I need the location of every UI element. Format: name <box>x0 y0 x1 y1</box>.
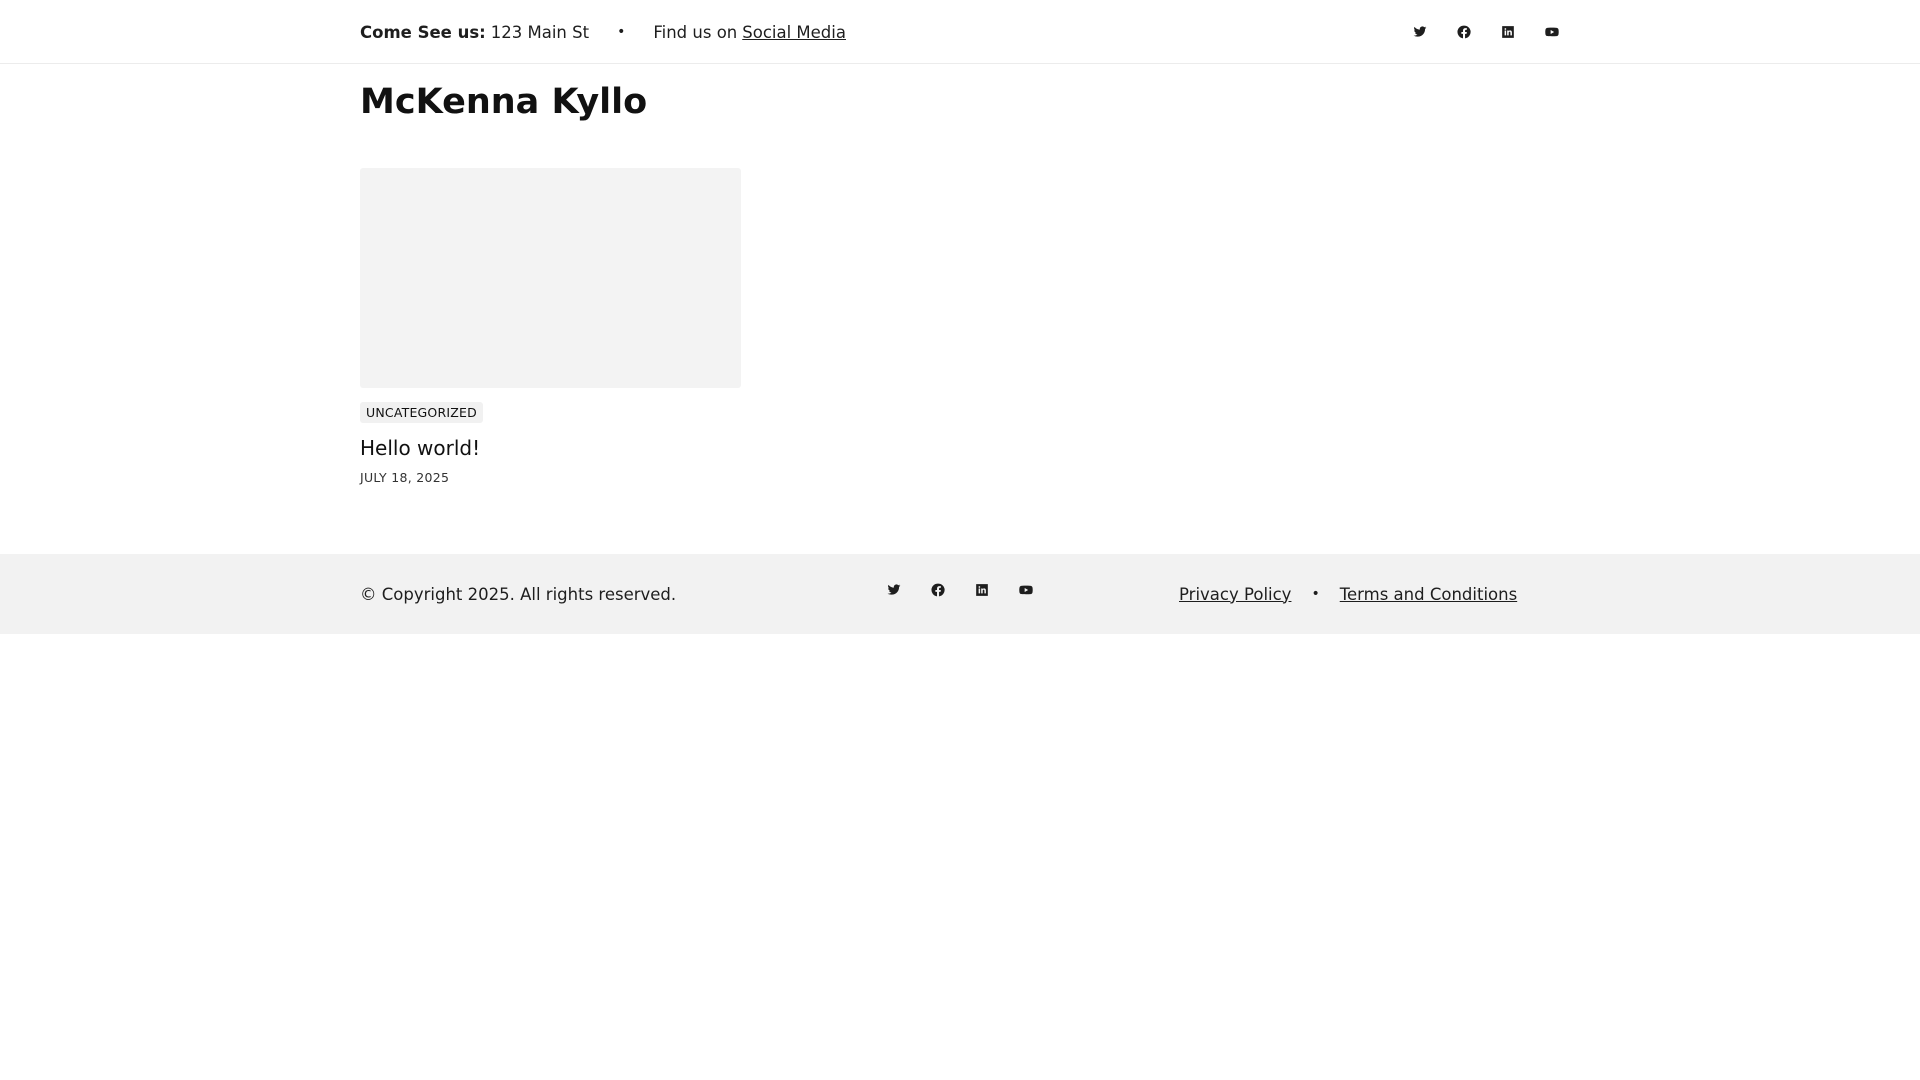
youtube-icon[interactable] <box>1019 583 1033 597</box>
footer-social-icons <box>887 583 1033 597</box>
find-us-label: Find us on <box>653 22 738 42</box>
site-footer: © Copyright 2025. All rights reserved. P… <box>0 554 1920 634</box>
post-thumbnail[interactable] <box>360 168 741 388</box>
header-social-icons <box>1413 25 1559 39</box>
post-category-badge[interactable]: UNCATEGORIZED <box>360 402 483 423</box>
site-title[interactable]: McKenna Kyllo <box>360 80 647 124</box>
post-title-link[interactable]: Hello world! <box>360 435 741 461</box>
top-bar: Come See us: 123 Main St • Find us on So… <box>0 0 1920 64</box>
youtube-icon[interactable] <box>1545 25 1559 39</box>
footer-separator: • <box>1311 586 1320 602</box>
twitter-icon[interactable] <box>887 583 901 597</box>
facebook-icon[interactable] <box>1457 25 1471 39</box>
privacy-policy-link[interactable]: Privacy Policy <box>1179 585 1291 604</box>
linkedin-icon[interactable] <box>1501 25 1515 39</box>
address-label: Come See us: <box>360 22 486 42</box>
copyright-text: © Copyright 2025. All rights reserved. <box>360 584 677 604</box>
top-bar-separator: • <box>617 24 626 40</box>
social-media-link[interactable]: Social Media <box>742 23 846 42</box>
post-date: JULY 18, 2025 <box>360 470 450 485</box>
top-bar-info: Come See us: 123 Main St • Find us on So… <box>360 0 846 64</box>
footer-links: Privacy Policy • Terms and Conditions <box>1179 554 1517 634</box>
twitter-icon[interactable] <box>1413 25 1427 39</box>
facebook-icon[interactable] <box>931 583 945 597</box>
terms-link[interactable]: Terms and Conditions <box>1340 585 1517 604</box>
address-value: 123 Main St <box>490 22 590 42</box>
linkedin-icon[interactable] <box>975 583 989 597</box>
post-card: UNCATEGORIZED Hello world! JULY 18, 2025 <box>360 168 741 485</box>
